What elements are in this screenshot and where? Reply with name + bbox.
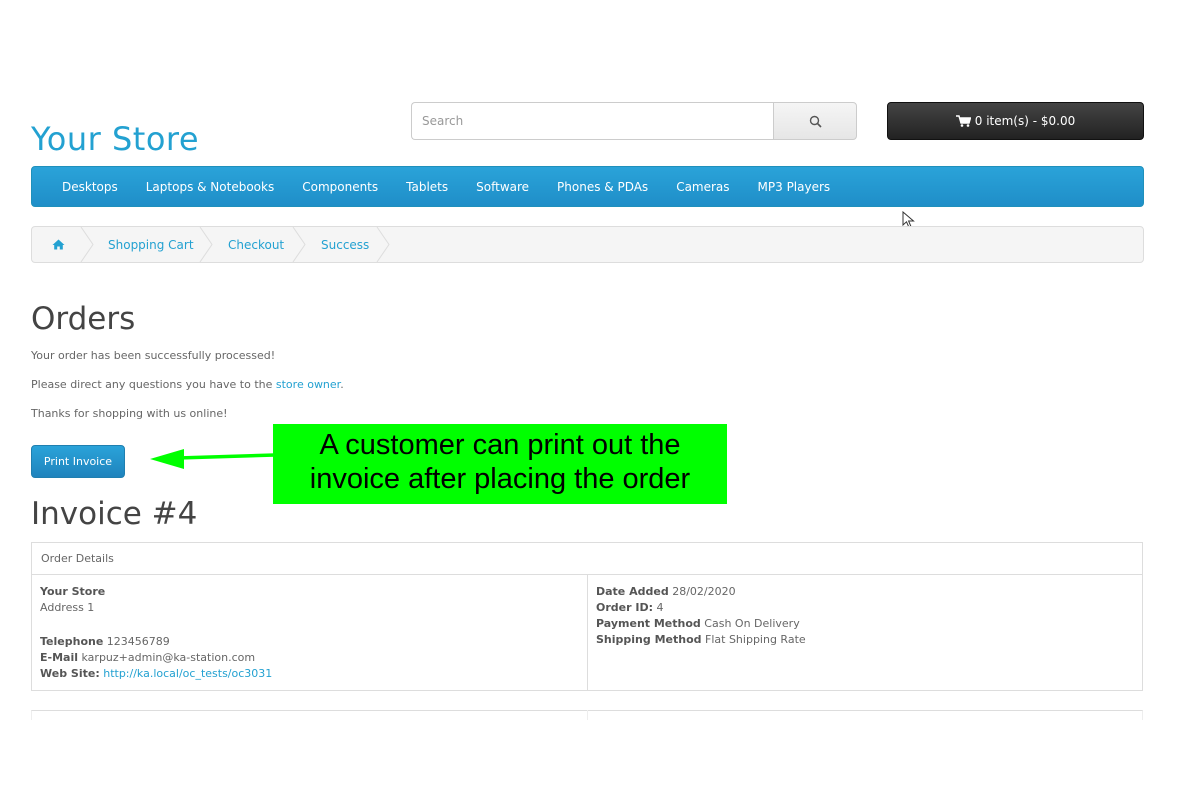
success-message: Your order has been successfully process… [31, 349, 276, 362]
breadcrumb-home[interactable] [52, 227, 65, 262]
telephone-value: 123456789 [106, 635, 170, 648]
search-button[interactable] [773, 102, 857, 140]
email-label: E-Mail [40, 651, 78, 664]
breadcrumb-shopping-cart[interactable]: Shopping Cart [108, 227, 194, 262]
order-info-cell: Date Added 28/02/2020 Order ID: 4 Paymen… [596, 584, 806, 648]
date-added-value: 28/02/2020 [672, 585, 736, 598]
breadcrumb-separator-icon [292, 227, 306, 262]
breadcrumb-success[interactable]: Success [321, 227, 369, 262]
store-owner-link[interactable]: store owner [276, 378, 340, 391]
annotation-arrow-icon [150, 449, 276, 469]
menu-item-components[interactable]: Components [302, 180, 378, 194]
contact-message-suffix: . [340, 378, 344, 391]
table-column-divider [587, 575, 588, 690]
store-info-cell: Your Store Address 1 Telephone 123456789… [40, 584, 272, 682]
cart-button[interactable]: 0 item(s) - $0.00 [887, 102, 1144, 140]
search-bar [411, 102, 857, 140]
page-title: Orders [31, 301, 136, 337]
contact-message: Please direct any questions you have to … [31, 378, 344, 391]
breadcrumb-separator-icon [80, 227, 94, 262]
annotation-callout: A customer can print out the invoice aft… [273, 424, 727, 504]
order-id-value: 4 [656, 601, 664, 614]
store-address: Address 1 [40, 601, 95, 614]
search-icon [809, 115, 822, 128]
store-name: Your Store [40, 585, 106, 598]
breadcrumb: Shopping Cart Checkout Success [31, 226, 1144, 263]
payment-method-value: Cash On Delivery [704, 617, 800, 630]
breadcrumb-separator-icon [376, 227, 390, 262]
contact-message-prefix: Please direct any questions you have to … [31, 378, 276, 391]
date-added-label: Date Added [596, 585, 669, 598]
invoice-title: Invoice #4 [31, 496, 198, 532]
order-details-header: Order Details [32, 543, 1142, 575]
cart-total: 0 item(s) - $0.00 [974, 114, 1076, 128]
shipping-method-value: Flat Shipping Rate [705, 633, 806, 646]
table-column-divider [587, 710, 588, 720]
menu-item-phones-pdas[interactable]: Phones & PDAs [557, 180, 648, 194]
shopping-cart-icon [955, 115, 971, 127]
email-value: karpuz+admin@ka-station.com [81, 651, 256, 664]
order-id-label: Order ID: [596, 601, 653, 614]
order-details-table: Order Details Your Store Address 1 Telep… [31, 542, 1143, 691]
breadcrumb-separator-icon [199, 227, 213, 262]
home-icon [52, 239, 65, 250]
menu-item-desktops[interactable]: Desktops [62, 180, 118, 194]
print-invoice-button[interactable]: Print Invoice [31, 445, 125, 478]
breadcrumb-checkout[interactable]: Checkout [228, 227, 284, 262]
store-logo[interactable]: Your Store [31, 120, 199, 158]
thanks-message: Thanks for shopping with us online! [31, 407, 228, 420]
website-label: Web Site: [40, 667, 100, 680]
telephone-label: Telephone [40, 635, 104, 648]
category-menu: Desktops Laptops & Notebooks Components … [31, 166, 1144, 207]
website-link[interactable]: http://ka.local/oc_tests/oc3031 [103, 667, 272, 680]
payment-method-label: Payment Method [596, 617, 701, 630]
menu-item-tablets[interactable]: Tablets [406, 180, 448, 194]
menu-item-mp3-players[interactable]: MP3 Players [758, 180, 831, 194]
annotation-line-1: A customer can print out the [319, 429, 681, 461]
search-input[interactable] [411, 102, 784, 140]
menu-item-software[interactable]: Software [476, 180, 529, 194]
shipping-method-label: Shipping Method [596, 633, 702, 646]
menu-item-cameras[interactable]: Cameras [676, 180, 729, 194]
annotation-line-2: invoice after placing the order [309, 463, 691, 495]
menu-item-laptops-notebooks[interactable]: Laptops & Notebooks [146, 180, 274, 194]
